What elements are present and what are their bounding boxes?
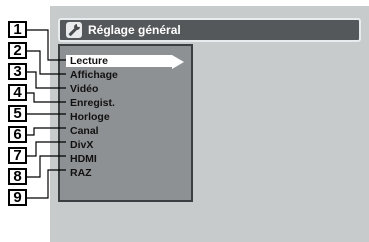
callout-number-8: 8: [8, 168, 27, 185]
callout-number-6: 6: [8, 126, 27, 143]
callout-number-2: 2: [8, 42, 27, 59]
callout-number-4: 4: [8, 84, 27, 101]
callout-number-5: 5: [8, 105, 27, 122]
callout-number-3: 3: [8, 63, 27, 80]
callout-number-7: 7: [8, 147, 27, 164]
callout-number-1: 1: [8, 21, 27, 38]
callout-number-9: 9: [8, 189, 27, 206]
callout-leaders: [27, 29, 66, 199]
